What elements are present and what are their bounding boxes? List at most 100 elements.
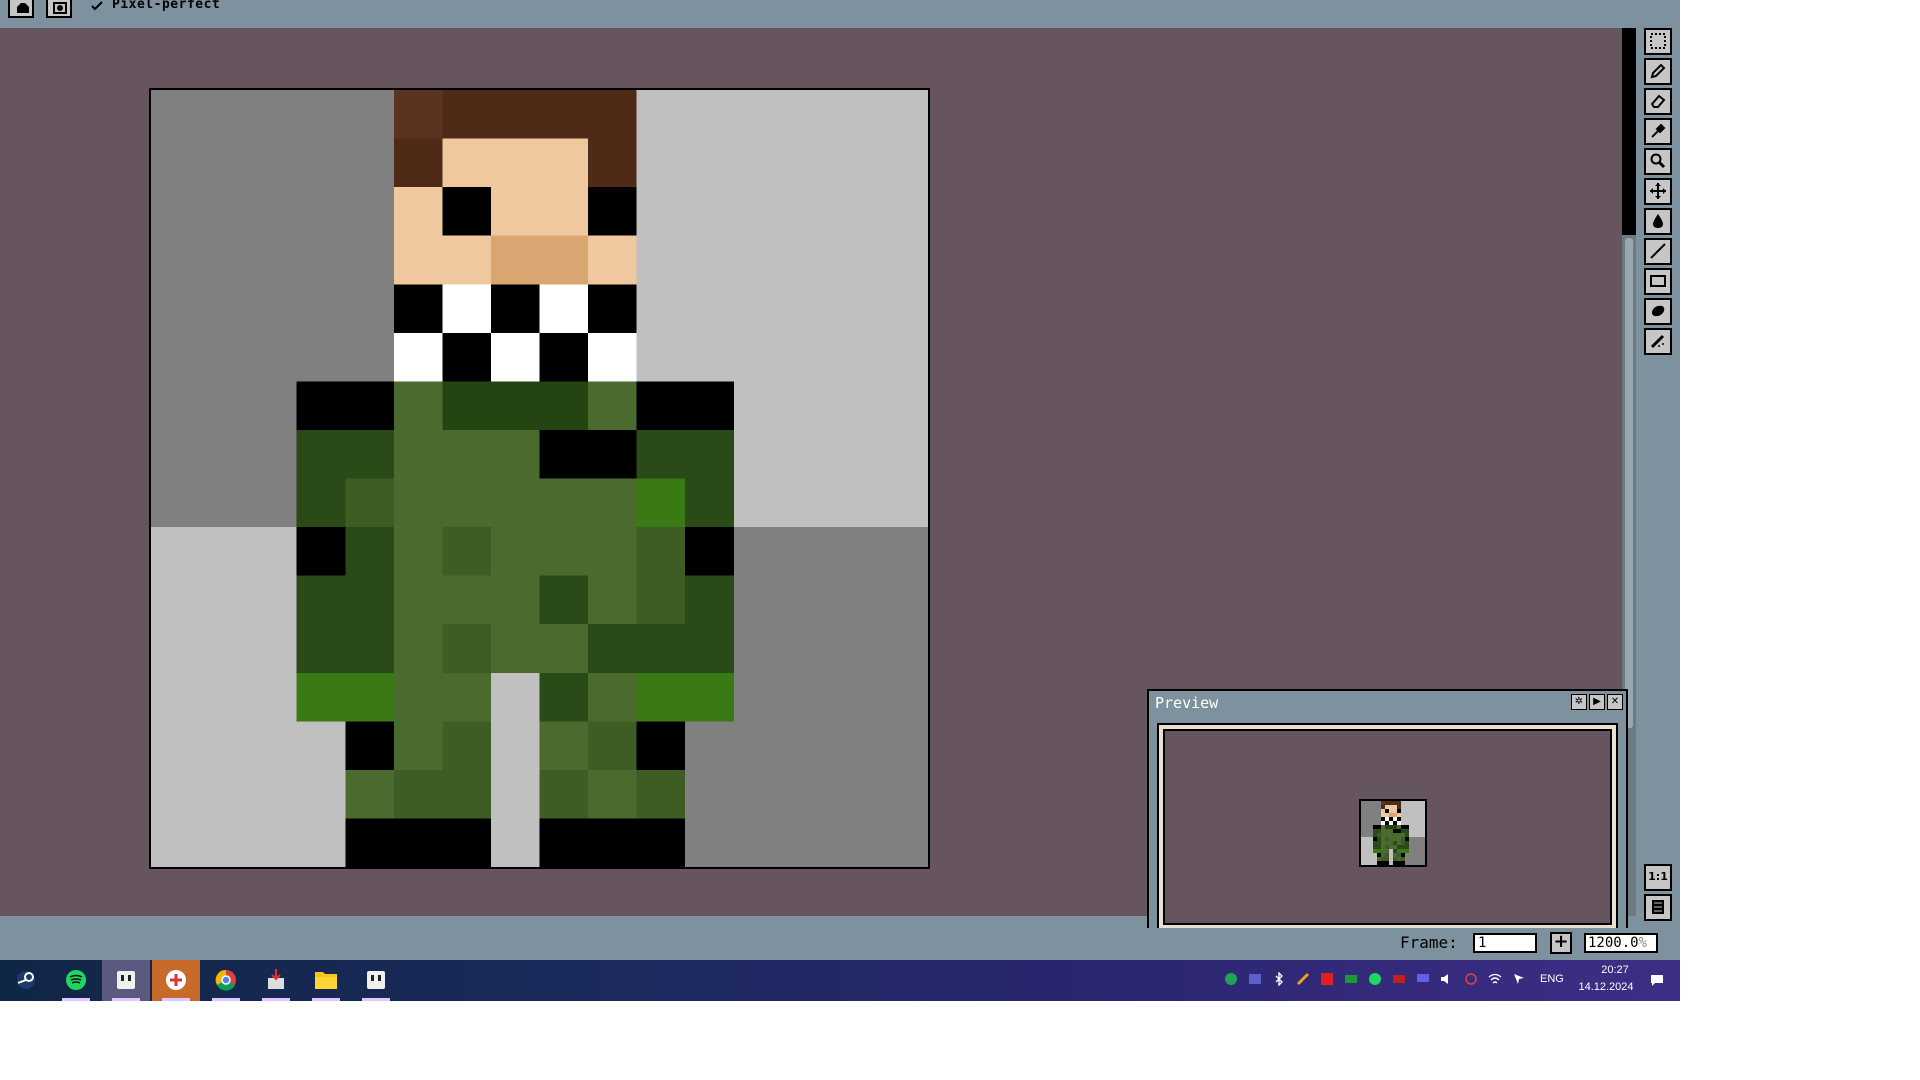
- preview-pixel: [1389, 845, 1393, 849]
- sprite-pixel: [588, 187, 637, 236]
- preview-sprite: [1359, 799, 1427, 867]
- sprite-pixel: [879, 332, 928, 382]
- fill-tool[interactable]: [1644, 208, 1672, 235]
- bluetooth-icon[interactable]: [1272, 972, 1286, 986]
- preview-play-button[interactable]: ▶: [1589, 694, 1605, 710]
- sprite-pixel: [733, 478, 783, 528]
- sprite-pixel: [151, 478, 200, 528]
- sprite-pixel: [393, 138, 443, 188]
- kaspersky-icon[interactable]: [1224, 972, 1238, 986]
- preview-pixel: [1365, 825, 1369, 829]
- preview-pixel: [1413, 825, 1417, 829]
- move-tool[interactable]: [1644, 178, 1672, 205]
- pixel-perfect-label[interactable]: Pixel-perfect: [112, 0, 220, 12]
- notification-icon[interactable]: [1650, 973, 1664, 987]
- preview-pixel: [1381, 825, 1385, 829]
- sync-icon[interactable]: [1464, 972, 1478, 986]
- frame-field[interactable]: 1: [1473, 933, 1537, 953]
- taskbar-steam[interactable]: [2, 960, 50, 1001]
- sprite-pixel: [199, 818, 249, 867]
- preview-pixel: [1377, 837, 1381, 841]
- timeline-button[interactable]: [1644, 894, 1672, 921]
- taskbar-aseprite[interactable]: [102, 960, 150, 1001]
- add-frame-button[interactable]: +: [1550, 932, 1572, 954]
- actual-size-button[interactable]: 1:1: [1644, 864, 1672, 891]
- preview-pixel: [1409, 841, 1413, 845]
- preview-pixel: [1413, 829, 1417, 833]
- amd-icon[interactable]: [1320, 972, 1334, 986]
- taskbar-spotify[interactable]: [52, 960, 100, 1001]
- sprite-image[interactable]: [151, 90, 928, 867]
- monitor-icon[interactable]: [1416, 972, 1430, 986]
- preview-settings-button[interactable]: ✲: [1571, 694, 1587, 710]
- preview-pixel: [1385, 805, 1389, 809]
- zoom-field[interactable]: 1200.0%: [1584, 933, 1658, 953]
- preview-close-button[interactable]: ✕: [1607, 694, 1623, 710]
- sprite-pixel: [539, 575, 589, 625]
- sprite-pixel: [345, 284, 394, 333]
- sprite-pixel: [345, 187, 394, 236]
- sprite-pixel: [733, 235, 783, 285]
- sprite-pixel: [782, 381, 831, 430]
- clock-time[interactable]: 20:27: [1590, 964, 1640, 976]
- marquee-tool[interactable]: [1644, 28, 1672, 55]
- sprite-pixel: [830, 284, 880, 333]
- preview-pixel: [1373, 825, 1377, 829]
- preview-pixel: [1397, 845, 1401, 849]
- preview-viewport[interactable]: [1163, 729, 1612, 925]
- brush-type-button[interactable]: [8, 0, 34, 18]
- sprite-pixel: [248, 138, 297, 188]
- preview-pixel: [1389, 841, 1393, 845]
- taskbar-file-explorer[interactable]: [302, 960, 350, 1001]
- sprite-editor[interactable]: Preview ✲ ▶ ✕: [0, 28, 1636, 954]
- spray-tool[interactable]: [1644, 328, 1672, 355]
- teams-icon[interactable]: [1248, 972, 1262, 986]
- pencil-tool[interactable]: [1644, 58, 1672, 85]
- taskbar-installer[interactable]: [252, 960, 300, 1001]
- sprite-pixel: [296, 138, 346, 188]
- taskbar-medical-app[interactable]: [152, 960, 200, 1001]
- volume-icon[interactable]: [1440, 972, 1454, 986]
- preview-pixel: [1389, 857, 1393, 861]
- cursor-tray-icon[interactable]: [1512, 972, 1526, 986]
- zoom-tool[interactable]: [1644, 148, 1672, 175]
- sprite-pixel: [199, 381, 249, 430]
- sprite-pixel: [588, 721, 637, 770]
- preview-pixel: [1369, 857, 1373, 861]
- sprite-pixel: [248, 429, 297, 479]
- sprite-pixel: [733, 187, 783, 236]
- taskbar-chrome[interactable]: [202, 960, 250, 1001]
- preview-sprite-image: [1361, 801, 1425, 865]
- chrome-icon: [215, 969, 236, 991]
- sprite-pixel: [151, 769, 200, 819]
- preview-window[interactable]: Preview ✲ ▶ ✕: [1147, 689, 1628, 944]
- spotify-tray-icon[interactable]: [1368, 972, 1382, 986]
- eraser-tool[interactable]: [1644, 88, 1672, 115]
- vertical-scroll-thumb[interactable]: [1622, 28, 1636, 235]
- checkbox-check-icon[interactable]: [90, 0, 104, 12]
- preview-pixel: [1393, 841, 1397, 845]
- sprite-pixel: [830, 527, 880, 576]
- brush-options-button[interactable]: [46, 0, 72, 18]
- wifi-icon[interactable]: [1488, 972, 1502, 986]
- taskbar-aseprite-2[interactable]: [352, 960, 400, 1001]
- preview-pixel: [1389, 809, 1393, 813]
- sprite-canvas[interactable]: [149, 88, 930, 869]
- eyedropper-tool[interactable]: [1644, 118, 1672, 145]
- cpu-temp-icon[interactable]: [1392, 972, 1406, 986]
- clock-date[interactable]: 14.12.2024: [1576, 981, 1636, 993]
- sprite-pixel: [636, 381, 686, 430]
- language-indicator[interactable]: ENG: [1540, 973, 1564, 985]
- preview-pixel: [1369, 817, 1373, 821]
- sprite-pixel: [490, 90, 540, 139]
- status-bar: Frame: 1 + 1200.0%: [0, 928, 1680, 960]
- rectangle-tool[interactable]: [1644, 268, 1672, 295]
- line-tool[interactable]: [1644, 238, 1672, 265]
- preview-pixel: [1361, 833, 1365, 837]
- sprite-pixel: [588, 332, 637, 382]
- tool-tray-icon[interactable]: [1296, 972, 1310, 986]
- preview-pixel: [1397, 861, 1401, 865]
- ellipse-tool[interactable]: [1644, 298, 1672, 325]
- gpu-temp-icon[interactable]: [1344, 972, 1358, 986]
- sprite-pixel: [296, 332, 346, 382]
